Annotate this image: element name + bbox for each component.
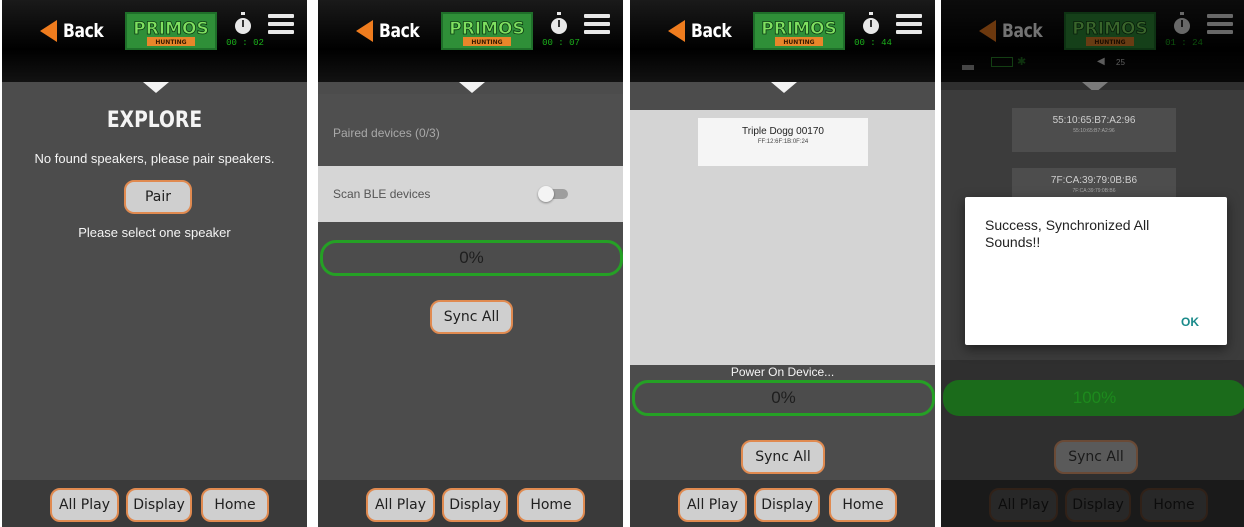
- screen-pairing: Back PRIMOS HUNTING 00 : 07 Paired devic…: [318, 0, 623, 527]
- home-button[interactable]: Home: [201, 488, 269, 522]
- svg-text:HUNTING: HUNTING: [155, 39, 186, 46]
- chevron-down-icon[interactable]: [459, 82, 485, 93]
- stopwatch-icon[interactable]: [234, 12, 252, 36]
- all-play-button[interactable]: All Play: [678, 488, 747, 522]
- app-header: Back PRIMOS HUNTING 00 : 07: [318, 0, 623, 82]
- svg-text:PRIMOS: PRIMOS: [133, 19, 209, 39]
- stopwatch-icon[interactable]: [862, 12, 880, 36]
- sync-all-button[interactable]: Sync All: [1054, 440, 1138, 474]
- volume-level: 25: [1116, 58, 1125, 67]
- no-speakers-message: No found speakers, please pair speakers.: [34, 151, 275, 166]
- back-label: Back: [691, 20, 732, 42]
- back-button[interactable]: Back: [668, 16, 740, 46]
- home-button[interactable]: Home: [517, 488, 585, 522]
- device-card[interactable]: 55:10:65:B7:A2:96 55:10:65:B7:A2:96: [1012, 108, 1176, 152]
- status-text: Power On Device...: [730, 365, 835, 379]
- display-button[interactable]: Display: [754, 488, 820, 522]
- success-dialog: Success, Synchronized All Sounds!! OK: [965, 197, 1227, 345]
- stopwatch-icon[interactable]: [1173, 12, 1191, 36]
- stopwatch-icon[interactable]: [550, 12, 568, 36]
- device-list: Triple Dogg 00170 FF:12:6F:1B:0F:24: [630, 110, 935, 365]
- chevron-down-icon[interactable]: [143, 82, 169, 93]
- display-button[interactable]: Display: [126, 488, 192, 522]
- sync-progress: 100%: [943, 380, 1244, 416]
- primos-logo: PRIMOS HUNTING: [1064, 12, 1156, 50]
- timer-readout: 00 : 02: [226, 38, 264, 48]
- svg-text:PRIMOS: PRIMOS: [1072, 19, 1148, 39]
- svg-text:HUNTING: HUNTING: [471, 39, 502, 46]
- app-header: Back PRIMOS HUNTING 01 : 24 ✱ ◀ 25: [941, 0, 1244, 82]
- all-play-button[interactable]: All Play: [366, 488, 435, 522]
- scan-ble-row: Scan BLE devices: [318, 166, 623, 222]
- hamburger-menu-icon[interactable]: [896, 14, 922, 34]
- svg-text:HUNTING: HUNTING: [783, 39, 814, 46]
- battery-icon: [991, 57, 1013, 67]
- back-label: Back: [1002, 20, 1043, 42]
- display-button[interactable]: Display: [1065, 488, 1131, 522]
- timer-readout: 00 : 44: [854, 38, 892, 48]
- screen-explore: Back PRIMOS HUNTING 00 : 02 EXPLORE No f…: [2, 0, 307, 527]
- svg-text:PRIMOS: PRIMOS: [449, 19, 525, 39]
- bottom-nav: All Play Display Home: [630, 480, 935, 527]
- back-button[interactable]: Back: [356, 16, 428, 46]
- device-mac: 7F:CA:39:79:0B:B6: [1050, 175, 1138, 186]
- device-status-bar: ✱ ◀ 25: [941, 52, 1244, 80]
- hamburger-menu-icon[interactable]: [584, 14, 610, 34]
- back-arrow-icon: [979, 20, 996, 42]
- screen-device-found: Back PRIMOS HUNTING 00 : 44 Triple Dogg …: [630, 0, 935, 527]
- sync-all-button[interactable]: Sync All: [741, 440, 825, 474]
- chevron-down-icon[interactable]: [771, 82, 797, 93]
- toggle-knob: [538, 186, 554, 202]
- home-button[interactable]: Home: [829, 488, 897, 522]
- primos-logo: PRIMOS HUNTING: [441, 12, 533, 50]
- primos-logo: PRIMOS HUNTING: [125, 12, 217, 50]
- device-mac: 55:10:65:B7:A2:96: [1052, 115, 1136, 126]
- bottom-nav: All Play Display Home: [2, 480, 307, 527]
- timer-readout: 01 : 24: [1165, 38, 1203, 48]
- device-card[interactable]: Triple Dogg 00170 FF:12:6F:1B:0F:24: [698, 118, 868, 166]
- home-button[interactable]: Home: [1140, 488, 1208, 522]
- scan-ble-label: Scan BLE devices: [333, 187, 431, 201]
- screen-sync-success: Back PRIMOS HUNTING 01 : 24 ✱ ◀ 25 55:10…: [941, 0, 1244, 527]
- back-arrow-icon: [668, 20, 685, 42]
- app-header: Back PRIMOS HUNTING 00 : 44: [630, 0, 935, 82]
- all-play-button[interactable]: All Play: [50, 488, 119, 522]
- primos-logo: PRIMOS HUNTING: [753, 12, 845, 50]
- sync-progress: 0%: [632, 380, 935, 416]
- device-mac: FF:12:6F:1B:0F:24: [757, 139, 809, 145]
- all-play-button[interactable]: All Play: [989, 488, 1058, 522]
- back-label: Back: [379, 20, 420, 42]
- back-arrow-icon: [356, 20, 373, 42]
- svg-text:HUNTING: HUNTING: [1094, 39, 1125, 46]
- dialog-message: Success, Synchronized All Sounds!!: [985, 217, 1150, 250]
- sync-all-button[interactable]: Sync All: [430, 300, 513, 334]
- device-name: Triple Dogg 00170: [742, 126, 824, 137]
- device-mac-sub: 7F:CA:39:79:0B:B6: [1072, 188, 1116, 194]
- select-speaker-message: Please select one speaker: [78, 225, 231, 240]
- scan-ble-toggle[interactable]: [538, 186, 568, 202]
- display-button[interactable]: Display: [442, 488, 508, 522]
- phone-icon: [962, 65, 974, 70]
- speaker-volume-icon: ◀: [1097, 56, 1105, 67]
- device-mac-sub: 55:10:65:B7:A2:96: [1073, 128, 1115, 134]
- sync-progress: 0%: [320, 240, 623, 276]
- paired-devices-section: Paired devices (0/3): [318, 94, 623, 166]
- timer-readout: 00 : 07: [542, 38, 580, 48]
- bluetooth-icon: ✱: [1017, 56, 1027, 68]
- back-button[interactable]: Back: [40, 16, 112, 46]
- svg-text:PRIMOS: PRIMOS: [761, 19, 837, 39]
- back-arrow-icon: [40, 20, 57, 42]
- ok-button[interactable]: OK: [1181, 315, 1199, 329]
- page-title: EXPLORE: [106, 108, 203, 133]
- app-header: Back PRIMOS HUNTING 00 : 02: [2, 0, 307, 82]
- back-label: Back: [63, 20, 104, 42]
- pair-button[interactable]: Pair: [124, 180, 192, 214]
- paired-devices-label: Paired devices (0/3): [333, 126, 440, 140]
- hamburger-menu-icon[interactable]: [1207, 14, 1233, 34]
- back-button[interactable]: Back: [979, 16, 1051, 46]
- hamburger-menu-icon[interactable]: [268, 14, 294, 34]
- bottom-nav: All Play Display Home: [941, 480, 1244, 527]
- bottom-nav: All Play Display Home: [318, 480, 623, 527]
